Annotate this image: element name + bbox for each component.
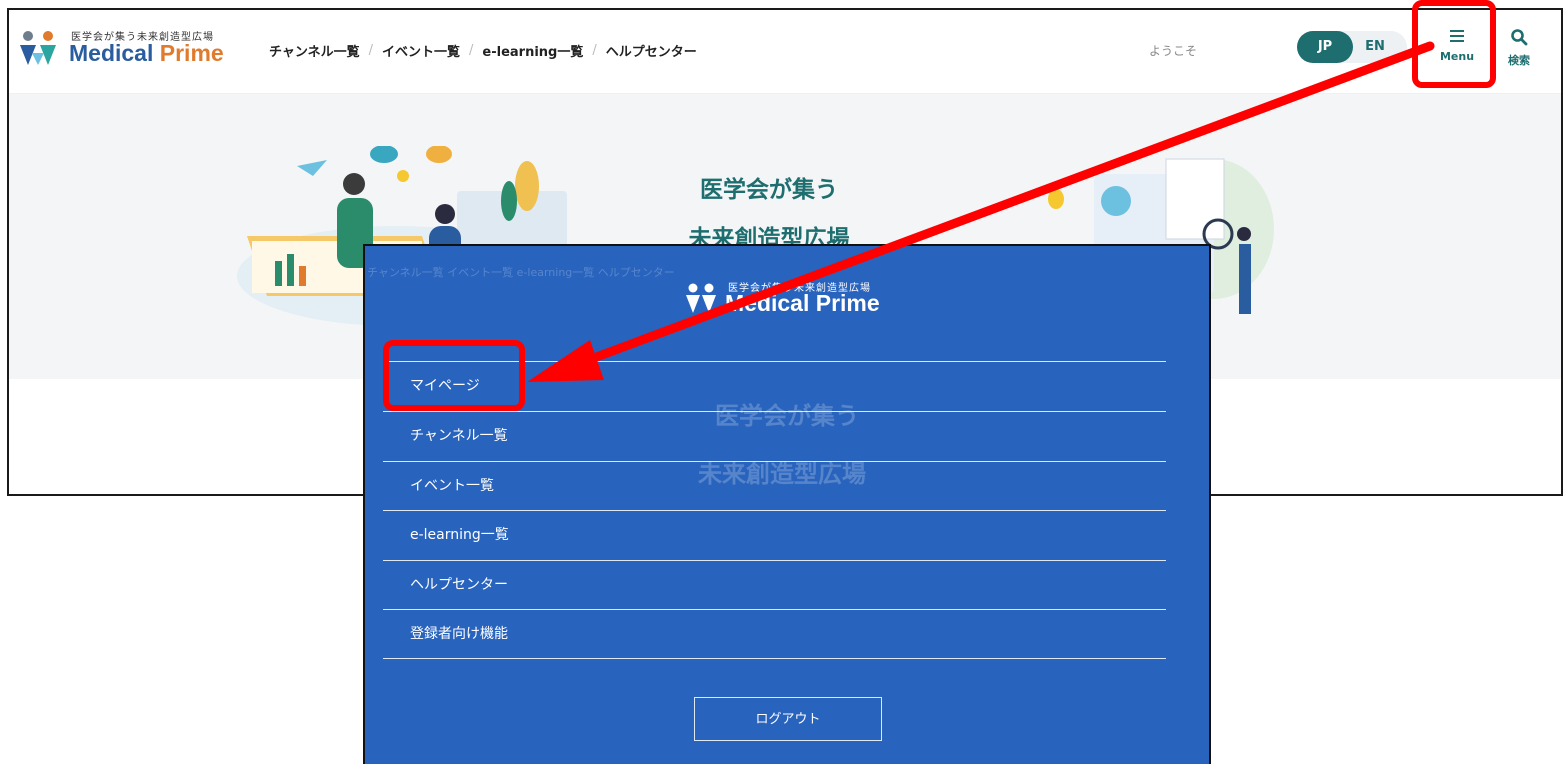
menu-item-channels[interactable]: チャンネル一覧 bbox=[383, 411, 1166, 460]
menu-item-registrant-features[interactable]: 登録者向け機能 bbox=[383, 609, 1166, 658]
people-logo-icon bbox=[20, 31, 56, 65]
language-toggle[interactable]: JP EN bbox=[1297, 31, 1407, 63]
search-button[interactable]: 検索 bbox=[1499, 28, 1539, 78]
menu-logo[interactable]: 医学会が集う未来創造型広場 Medical Prime bbox=[685, 279, 925, 319]
nav-help-center[interactable]: ヘルプセンター bbox=[606, 41, 697, 60]
site-header: 医学会が集う未来創造型広場 Medical Prime チャンネル一覧 / イベン… bbox=[9, 10, 1561, 94]
nav-separator: / bbox=[592, 43, 597, 58]
hero-title-line1: 医学会が集う bbox=[700, 177, 838, 203]
nav-separator: / bbox=[469, 43, 474, 58]
menu-item-events[interactable]: イベント一覧 bbox=[383, 461, 1166, 510]
logout-button[interactable]: ログアウト bbox=[694, 697, 882, 741]
highlight-box-mypage bbox=[383, 340, 525, 411]
logo-name-part2: Prime bbox=[159, 40, 224, 66]
nav-elearning[interactable]: e-learning一覧 bbox=[482, 41, 583, 60]
welcome-text: ようこそ bbox=[1149, 44, 1198, 58]
site-logo[interactable]: 医学会が集う未来創造型広場 Medical Prime bbox=[18, 28, 238, 68]
menu-item-elearning[interactable]: e-learning一覧 bbox=[383, 510, 1166, 559]
nav-channels[interactable]: チャンネル一覧 bbox=[269, 41, 360, 60]
lang-en-button[interactable]: EN bbox=[1355, 31, 1395, 63]
nav-events[interactable]: イベント一覧 bbox=[382, 41, 460, 60]
search-icon bbox=[1511, 29, 1528, 46]
menu-overlay: チャンネル一覧 イベント一覧 e-learning一覧 ヘルプセンター 医学会が… bbox=[363, 244, 1211, 764]
menu-logo-name: Medical Prime bbox=[725, 290, 880, 316]
logo-name-part1: Medical bbox=[69, 40, 154, 66]
menu-item-help-center[interactable]: ヘルプセンター bbox=[383, 560, 1166, 609]
people-logo-icon bbox=[686, 283, 716, 313]
highlight-box-menu bbox=[1412, 0, 1496, 88]
nav-separator: / bbox=[368, 43, 374, 58]
logo-name: Medical Prime bbox=[69, 40, 224, 67]
ghost-nav-text: チャンネル一覧 イベント一覧 e-learning一覧 ヘルプセンター bbox=[367, 266, 675, 279]
main-nav: チャンネル一覧 / イベント一覧 / e-learning一覧 / ヘルプセンター bbox=[269, 41, 697, 60]
menu-divider bbox=[383, 658, 1166, 659]
lang-jp-button[interactable]: JP bbox=[1297, 31, 1353, 63]
search-button-label: 検索 bbox=[1508, 54, 1530, 67]
